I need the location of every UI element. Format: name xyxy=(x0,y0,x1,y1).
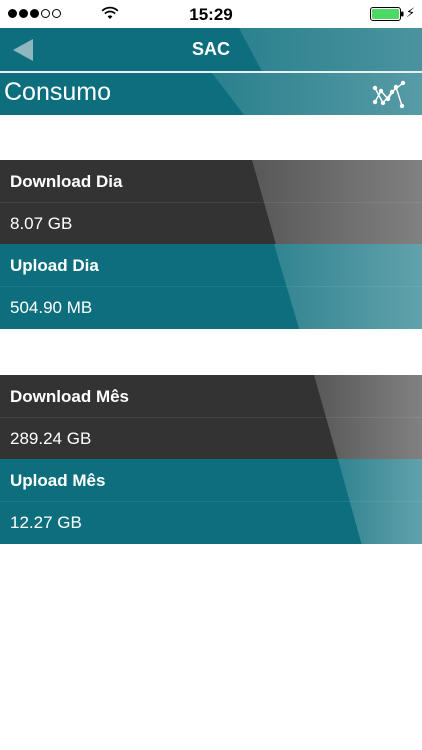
network-chart-icon[interactable] xyxy=(372,79,406,109)
download-day-card: Download Dia 8.07 GB xyxy=(0,160,422,244)
upload-day-value: 504.90 MB xyxy=(10,298,93,317)
download-day-label: Download Dia xyxy=(10,172,123,191)
clock-time: 15:29 xyxy=(189,5,233,24)
download-month-card: Download Mês 289.24 GB xyxy=(0,375,422,459)
upload-day-card: Upload Dia 504.90 MB xyxy=(0,244,422,329)
navigation-bar: SAC xyxy=(0,28,422,72)
download-month-label: Download Mês xyxy=(10,387,130,406)
card-divider xyxy=(0,286,422,287)
navbar-title: SAC xyxy=(191,39,230,59)
page-title: Consumo xyxy=(4,78,111,106)
card-divider xyxy=(0,417,422,418)
upload-month-card: Upload Mês 12.27 GB xyxy=(0,459,422,544)
card-divider xyxy=(0,202,422,203)
upload-month-label: Upload Mês xyxy=(10,471,106,490)
charging-bolt-icon: ⚡ xyxy=(406,5,416,20)
upload-day-label: Upload Dia xyxy=(10,256,99,275)
battery-icon xyxy=(370,7,404,21)
upload-month-value: 12.27 GB xyxy=(10,513,82,532)
page-header: Consumo xyxy=(0,73,422,115)
card-divider xyxy=(0,501,422,502)
download-month-value: 289.24 GB xyxy=(10,429,92,448)
status-bar: 15:29 ⚡ xyxy=(0,0,422,28)
download-day-value: 8.07 GB xyxy=(10,214,73,233)
